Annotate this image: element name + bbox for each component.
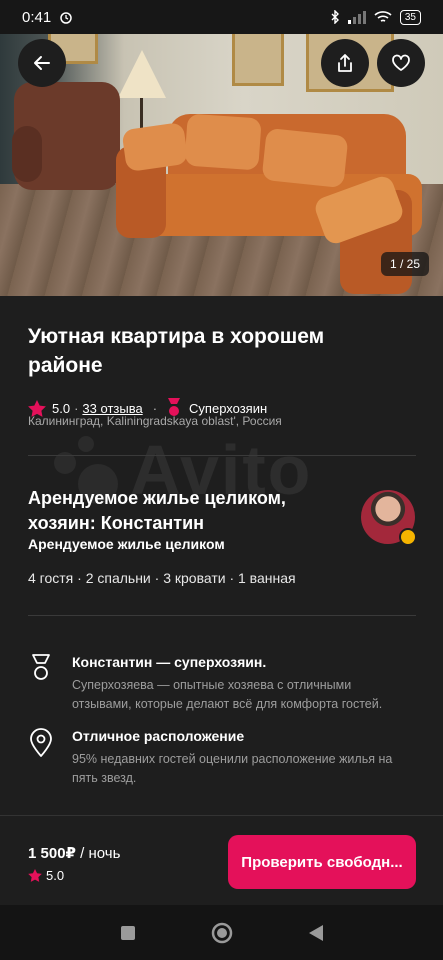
check-availability-button[interactable]: Проверить свободн...	[228, 835, 416, 889]
nav-home-icon[interactable]	[211, 922, 233, 944]
price: 1 500₽ / ночь	[28, 844, 120, 862]
listing-title: Уютная квартира в хорошем районе	[28, 325, 325, 377]
status-time: 0:41	[22, 8, 52, 26]
nav-back-icon[interactable]	[308, 924, 323, 941]
superhost-badge	[399, 528, 417, 546]
highlight-title: Отличное расположение	[72, 728, 245, 744]
favorite-button[interactable]	[377, 39, 425, 87]
wifi-icon	[374, 10, 392, 22]
back-button[interactable]	[18, 39, 66, 87]
share-button[interactable]	[321, 39, 369, 87]
host-title: Арендуемое жилье целиком, хозяин: Конста…	[28, 488, 286, 533]
star-icon	[28, 869, 42, 882]
photo-counter: 1 / 25	[380, 252, 429, 276]
highlight-title: Константин — суперхозяин.	[72, 654, 267, 670]
host-subtitle: Арендуемое жилье целиком	[28, 536, 225, 552]
divider	[28, 615, 416, 616]
share-icon	[338, 54, 352, 72]
highlight-description: Суперхозяева — опытные хозяева с отличны…	[72, 678, 383, 711]
price-unit: / ночь	[75, 845, 121, 862]
nav-recents-icon[interactable]	[120, 925, 135, 940]
listing-photo[interactable]: 1 / 25	[0, 34, 443, 296]
back-arrow-icon	[34, 56, 50, 70]
status-bar: 0:41 35	[0, 0, 443, 34]
heart-icon	[392, 54, 410, 71]
battery-indicator: 35	[399, 9, 421, 25]
listing-location: Калининград, Kaliningradskaya oblast', Р…	[28, 414, 282, 428]
superhost-medal-icon	[32, 654, 50, 680]
bluetooth-icon	[331, 10, 339, 24]
price-value: 1 500₽	[28, 845, 76, 862]
system-nav-bar	[0, 905, 443, 960]
location-pin-icon	[30, 728, 52, 757]
alarm-icon	[60, 12, 72, 24]
listing-features: 4 гостя · 2 спальни · 3 кровати · 1 ванн…	[28, 570, 296, 586]
price-rating: 5.0	[28, 868, 64, 883]
highlight-description: 95% недавних гостей оценили расположение…	[72, 752, 393, 785]
signal-icon	[347, 10, 366, 24]
booking-bar: 1 500₽ / ночь 5.0 Проверить свободн...	[0, 815, 443, 906]
price-rating-value: 5.0	[46, 868, 65, 883]
divider	[28, 455, 416, 456]
